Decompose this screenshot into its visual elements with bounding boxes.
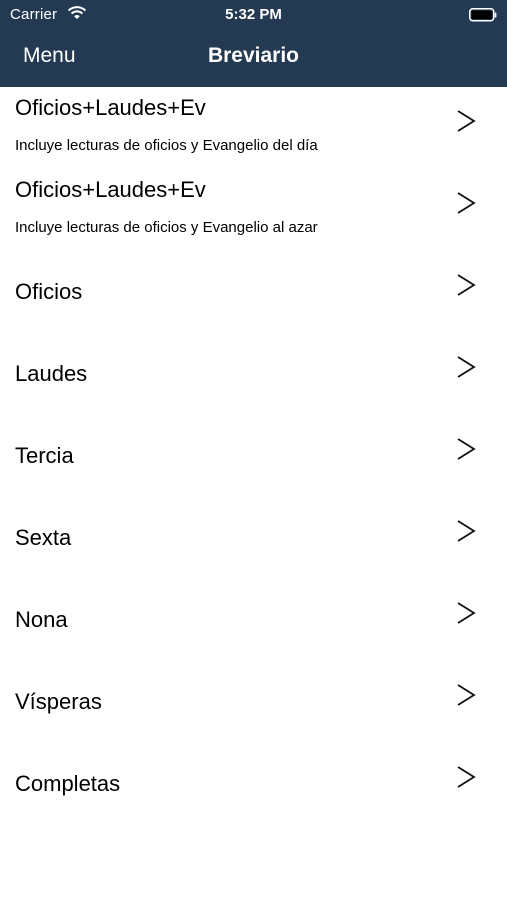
list-item-oficios-laudes-ev-dia[interactable]: Oficios+Laudes+Ev Incluye lecturas de of… — [0, 87, 507, 169]
list-item-subtitle: Incluye lecturas de oficios y Evangelio … — [15, 137, 318, 154]
list-item-title: Nona — [15, 607, 68, 632]
chevron-right-icon — [455, 518, 477, 549]
list-item-title: Completas — [15, 771, 121, 796]
list-item-oficios-laudes-ev-azar[interactable]: Oficios+Laudes+Ev Incluye lecturas de of… — [0, 169, 507, 251]
chevron-right-icon — [455, 108, 477, 139]
hours-list: Oficios+Laudes+Ev Incluye lecturas de of… — [0, 87, 507, 825]
list-item-title: Oficios+Laudes+Ev — [15, 177, 206, 202]
chevron-right-icon — [455, 764, 477, 795]
list-item-visperas[interactable]: Vísperas — [0, 661, 507, 743]
page-title: Breviario — [207, 44, 300, 67]
list-item-title: Vísperas — [15, 689, 102, 714]
list-item-title: Tercia — [15, 443, 74, 468]
status-bar: Carrier 5:32 PM — [0, 0, 507, 30]
list-item-oficios[interactable]: Oficios — [0, 251, 507, 333]
chevron-right-icon — [455, 436, 477, 467]
chevron-right-icon — [455, 190, 477, 221]
list-item-subtitle: Incluye lecturas de oficios y Evangelio … — [15, 219, 318, 236]
list-item-tercia[interactable]: Tercia — [0, 415, 507, 497]
list-item-title: Sexta — [15, 525, 72, 550]
chevron-right-icon — [455, 682, 477, 713]
chevron-right-icon — [455, 600, 477, 631]
chevron-right-icon — [455, 354, 477, 385]
navigation-bar: Menu Breviario — [0, 30, 507, 87]
list-item-title: Laudes — [15, 361, 88, 386]
battery-icon — [469, 8, 497, 27]
list-item-sexta[interactable]: Sexta — [0, 497, 507, 579]
status-time: 5:32 PM — [225, 6, 282, 23]
list-item-laudes[interactable]: Laudes — [0, 333, 507, 415]
chevron-right-icon — [455, 272, 477, 303]
list-item-nona[interactable]: Nona — [0, 579, 507, 661]
list-item-title: Oficios+Laudes+Ev — [15, 95, 206, 120]
list-item-title: Oficios — [15, 279, 83, 304]
list-item-completas[interactable]: Completas — [0, 743, 507, 825]
